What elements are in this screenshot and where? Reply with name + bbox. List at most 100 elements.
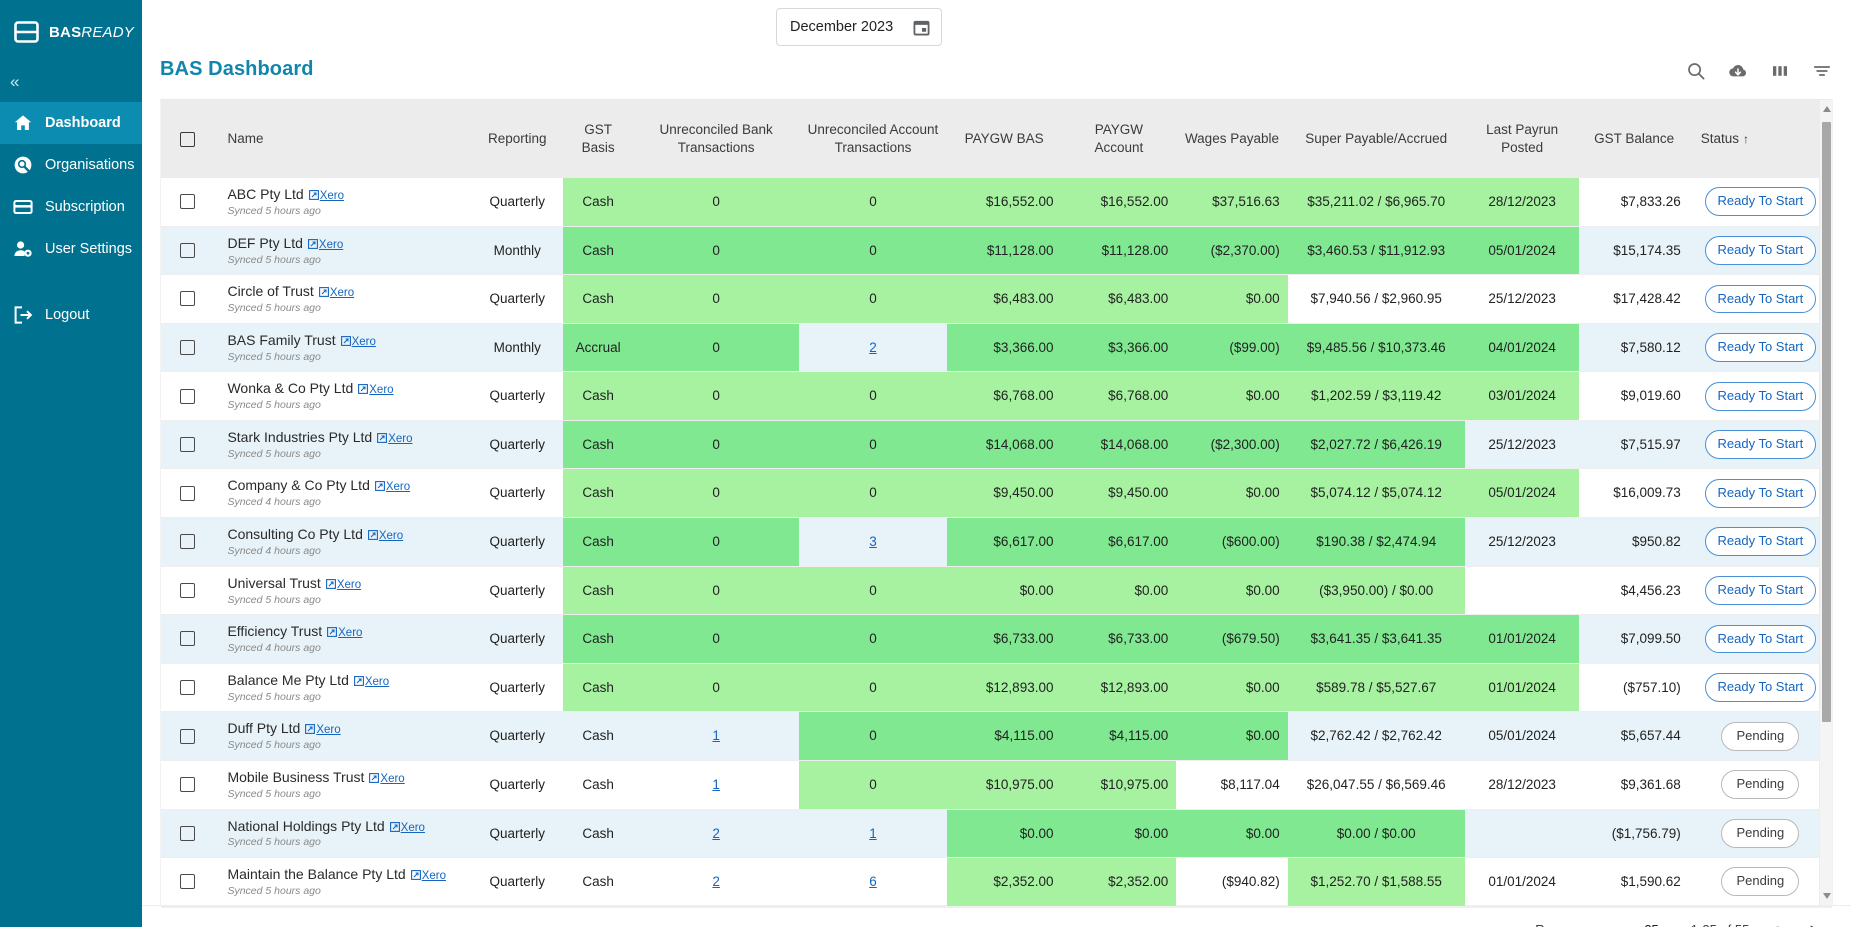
- table-row[interactable]: Company & Co Pty Ltd Xero Synced 4 hours a…: [161, 468, 1832, 519]
- row-checkbox[interactable]: [179, 680, 195, 696]
- row-checkbox[interactable]: [179, 728, 195, 744]
- row-checkbox[interactable]: [179, 437, 195, 453]
- status-badge[interactable]: Ready To Start: [1704, 527, 1817, 557]
- xero-link[interactable]: Xero: [318, 287, 354, 299]
- cell-unreconciled-account-transactions-link[interactable]: 2: [869, 340, 877, 355]
- sidebar-item-dashboard[interactable]: Dashboard: [0, 102, 142, 144]
- xero-link[interactable]: Xero: [358, 384, 394, 396]
- previous-page-button[interactable]: ‹: [1767, 920, 1785, 927]
- table-row[interactable]: Duff Pty Ltd Xero Synced 5 hours ago Quarte…: [161, 711, 1832, 761]
- row-checkbox[interactable]: [179, 534, 195, 550]
- xero-link[interactable]: Xero: [374, 481, 410, 493]
- sidebar-collapse-button[interactable]: «: [0, 60, 142, 102]
- xero-link[interactable]: Xero: [367, 530, 403, 542]
- select-all-checkbox[interactable]: [179, 131, 195, 147]
- sidebar-item-subscription[interactable]: Subscription: [0, 186, 142, 228]
- row-checkbox[interactable]: [179, 194, 195, 210]
- col-header-super-payable-accrued[interactable]: Super Payable/Accrued: [1287, 100, 1465, 178]
- col-header-reporting[interactable]: Reporting: [471, 100, 564, 178]
- table-row[interactable]: Universal Trust Xero Synced 5 hours ago Qua…: [161, 566, 1832, 616]
- status-badge[interactable]: Ready To Start: [1704, 624, 1817, 654]
- period-date-picker[interactable]: December 2023: [776, 8, 942, 46]
- status-badge[interactable]: Ready To Start: [1704, 478, 1817, 508]
- cell-unreconciled-bank-transactions-link[interactable]: 2: [712, 826, 720, 841]
- search-icon[interactable]: [1686, 61, 1706, 81]
- rows-per-page-select[interactable]: 25: [1644, 922, 1673, 927]
- status-badge[interactable]: Ready To Start: [1704, 187, 1817, 217]
- table-row[interactable]: Circle of Trust Xero Synced 5 hours ago Qua…: [161, 274, 1832, 324]
- xero-link[interactable]: Xero: [353, 676, 389, 688]
- table-row[interactable]: Efficiency Trust Xero Synced 4 hours ago Qu…: [161, 614, 1832, 664]
- col-header-status[interactable]: Status ↑: [1688, 100, 1832, 178]
- calendar-icon[interactable]: [913, 19, 930, 36]
- table-row[interactable]: Balance Me Pty Ltd Xero Synced 5 hours ago…: [161, 663, 1832, 713]
- col-header-gst-basis[interactable]: GST Basis: [563, 100, 634, 178]
- sidebar-item-logout[interactable]: Logout: [0, 294, 142, 336]
- xero-link[interactable]: Xero: [325, 579, 361, 591]
- table-row[interactable]: Mobile Business Trust Xero Synced 5 hours …: [161, 760, 1832, 810]
- col-header-wages-payable[interactable]: Wages Payable: [1176, 100, 1288, 178]
- scrollbar-thumb[interactable]: [1822, 122, 1831, 722]
- scroll-down-arrow-icon[interactable]: [1822, 893, 1831, 899]
- row-checkbox[interactable]: [179, 874, 195, 890]
- status-badge[interactable]: Pending: [1721, 818, 1800, 848]
- xero-link[interactable]: Xero: [410, 870, 446, 882]
- xero-link[interactable]: Xero: [305, 724, 341, 736]
- row-checkbox[interactable]: [179, 825, 195, 841]
- row-checkbox[interactable]: [179, 582, 195, 598]
- filter-icon[interactable]: [1812, 61, 1832, 81]
- xero-link[interactable]: Xero: [327, 627, 362, 639]
- cell-unreconciled-bank-transactions-link[interactable]: 1: [712, 728, 720, 743]
- scroll-up-arrow-icon[interactable]: [1822, 106, 1831, 112]
- sidebar-item-user-settings[interactable]: User Settings: [0, 228, 142, 270]
- xero-link[interactable]: Xero: [377, 433, 412, 445]
- row-checkbox[interactable]: [179, 631, 195, 647]
- cell-unreconciled-bank-transactions-link[interactable]: 2: [712, 874, 720, 889]
- table-row[interactable]: National Holdings Pty Ltd Xero Synced 5 ho…: [161, 809, 1832, 859]
- download-icon[interactable]: [1728, 61, 1748, 81]
- columns-icon[interactable]: [1770, 61, 1790, 81]
- cell-unreconciled-account-transactions-link[interactable]: 6: [869, 874, 877, 889]
- table-row[interactable]: DEF Pty Ltd Xero Synced 5 hours ago Monthly…: [161, 226, 1832, 276]
- status-badge[interactable]: Pending: [1721, 721, 1800, 751]
- table-row[interactable]: Maintain the Balance Pty Ltd Xero Synced 5…: [161, 857, 1832, 907]
- col-header-paygw-account[interactable]: PAYGW Account: [1061, 100, 1177, 178]
- col-header-name[interactable]: Name: [213, 100, 472, 178]
- table-vertical-scrollbar[interactable]: [1819, 100, 1832, 905]
- cell-unreconciled-account-transactions-link[interactable]: 1: [869, 826, 877, 841]
- col-header-unreconciled-account-transactions[interactable]: Unreconciled Account Transactions: [799, 100, 947, 178]
- row-checkbox[interactable]: [179, 485, 195, 501]
- cell-unreconciled-bank-transactions-link[interactable]: 1: [712, 777, 720, 792]
- table-row[interactable]: ABC Pty Ltd Xero Synced 5 hours ago Quarter…: [161, 178, 1832, 227]
- next-page-button[interactable]: ›: [1804, 920, 1822, 927]
- table-row[interactable]: BAS Family Trust Xero Synced 5 hours ago Mo…: [161, 323, 1832, 373]
- status-badge[interactable]: Ready To Start: [1704, 430, 1817, 460]
- xero-link[interactable]: Xero: [340, 336, 376, 348]
- table-row[interactable]: Consulting Co Pty Ltd Xero Synced 4 hours …: [161, 517, 1832, 567]
- row-checkbox[interactable]: [179, 388, 195, 404]
- status-badge[interactable]: Pending: [1721, 867, 1800, 897]
- row-checkbox[interactable]: [179, 777, 195, 793]
- cell-unreconciled-account-transactions-link[interactable]: 3: [869, 534, 877, 549]
- status-badge[interactable]: Ready To Start: [1704, 381, 1817, 411]
- xero-link[interactable]: Xero: [369, 773, 405, 785]
- sidebar-item-organisations[interactable]: Organisations: [0, 144, 142, 186]
- row-checkbox[interactable]: [179, 242, 195, 258]
- xero-link[interactable]: Xero: [307, 239, 343, 251]
- col-header-unreconciled-bank-transactions[interactable]: Unreconciled Bank Transactions: [633, 100, 800, 178]
- status-badge[interactable]: Ready To Start: [1704, 575, 1817, 605]
- xero-link[interactable]: Xero: [389, 822, 425, 834]
- col-header-last-payrun-posted[interactable]: Last Payrun Posted: [1464, 100, 1580, 178]
- status-badge[interactable]: Ready To Start: [1704, 673, 1817, 703]
- table-row[interactable]: Wonka & Co Pty Ltd Xero Synced 5 hours ago…: [161, 371, 1832, 421]
- col-header-paygw-bas[interactable]: PAYGW BAS: [946, 100, 1062, 178]
- row-checkbox[interactable]: [179, 291, 195, 307]
- table-row[interactable]: Stark Industries Pty Ltd Xero Synced 5 hou…: [161, 420, 1832, 470]
- xero-link[interactable]: Xero: [308, 190, 344, 202]
- status-badge[interactable]: Pending: [1721, 770, 1800, 800]
- status-badge[interactable]: Ready To Start: [1704, 235, 1817, 265]
- status-badge[interactable]: Ready To Start: [1704, 333, 1817, 362]
- status-badge[interactable]: Ready To Start: [1704, 284, 1817, 314]
- row-checkbox[interactable]: [179, 340, 195, 356]
- col-header-gst-balance[interactable]: GST Balance: [1579, 100, 1689, 178]
